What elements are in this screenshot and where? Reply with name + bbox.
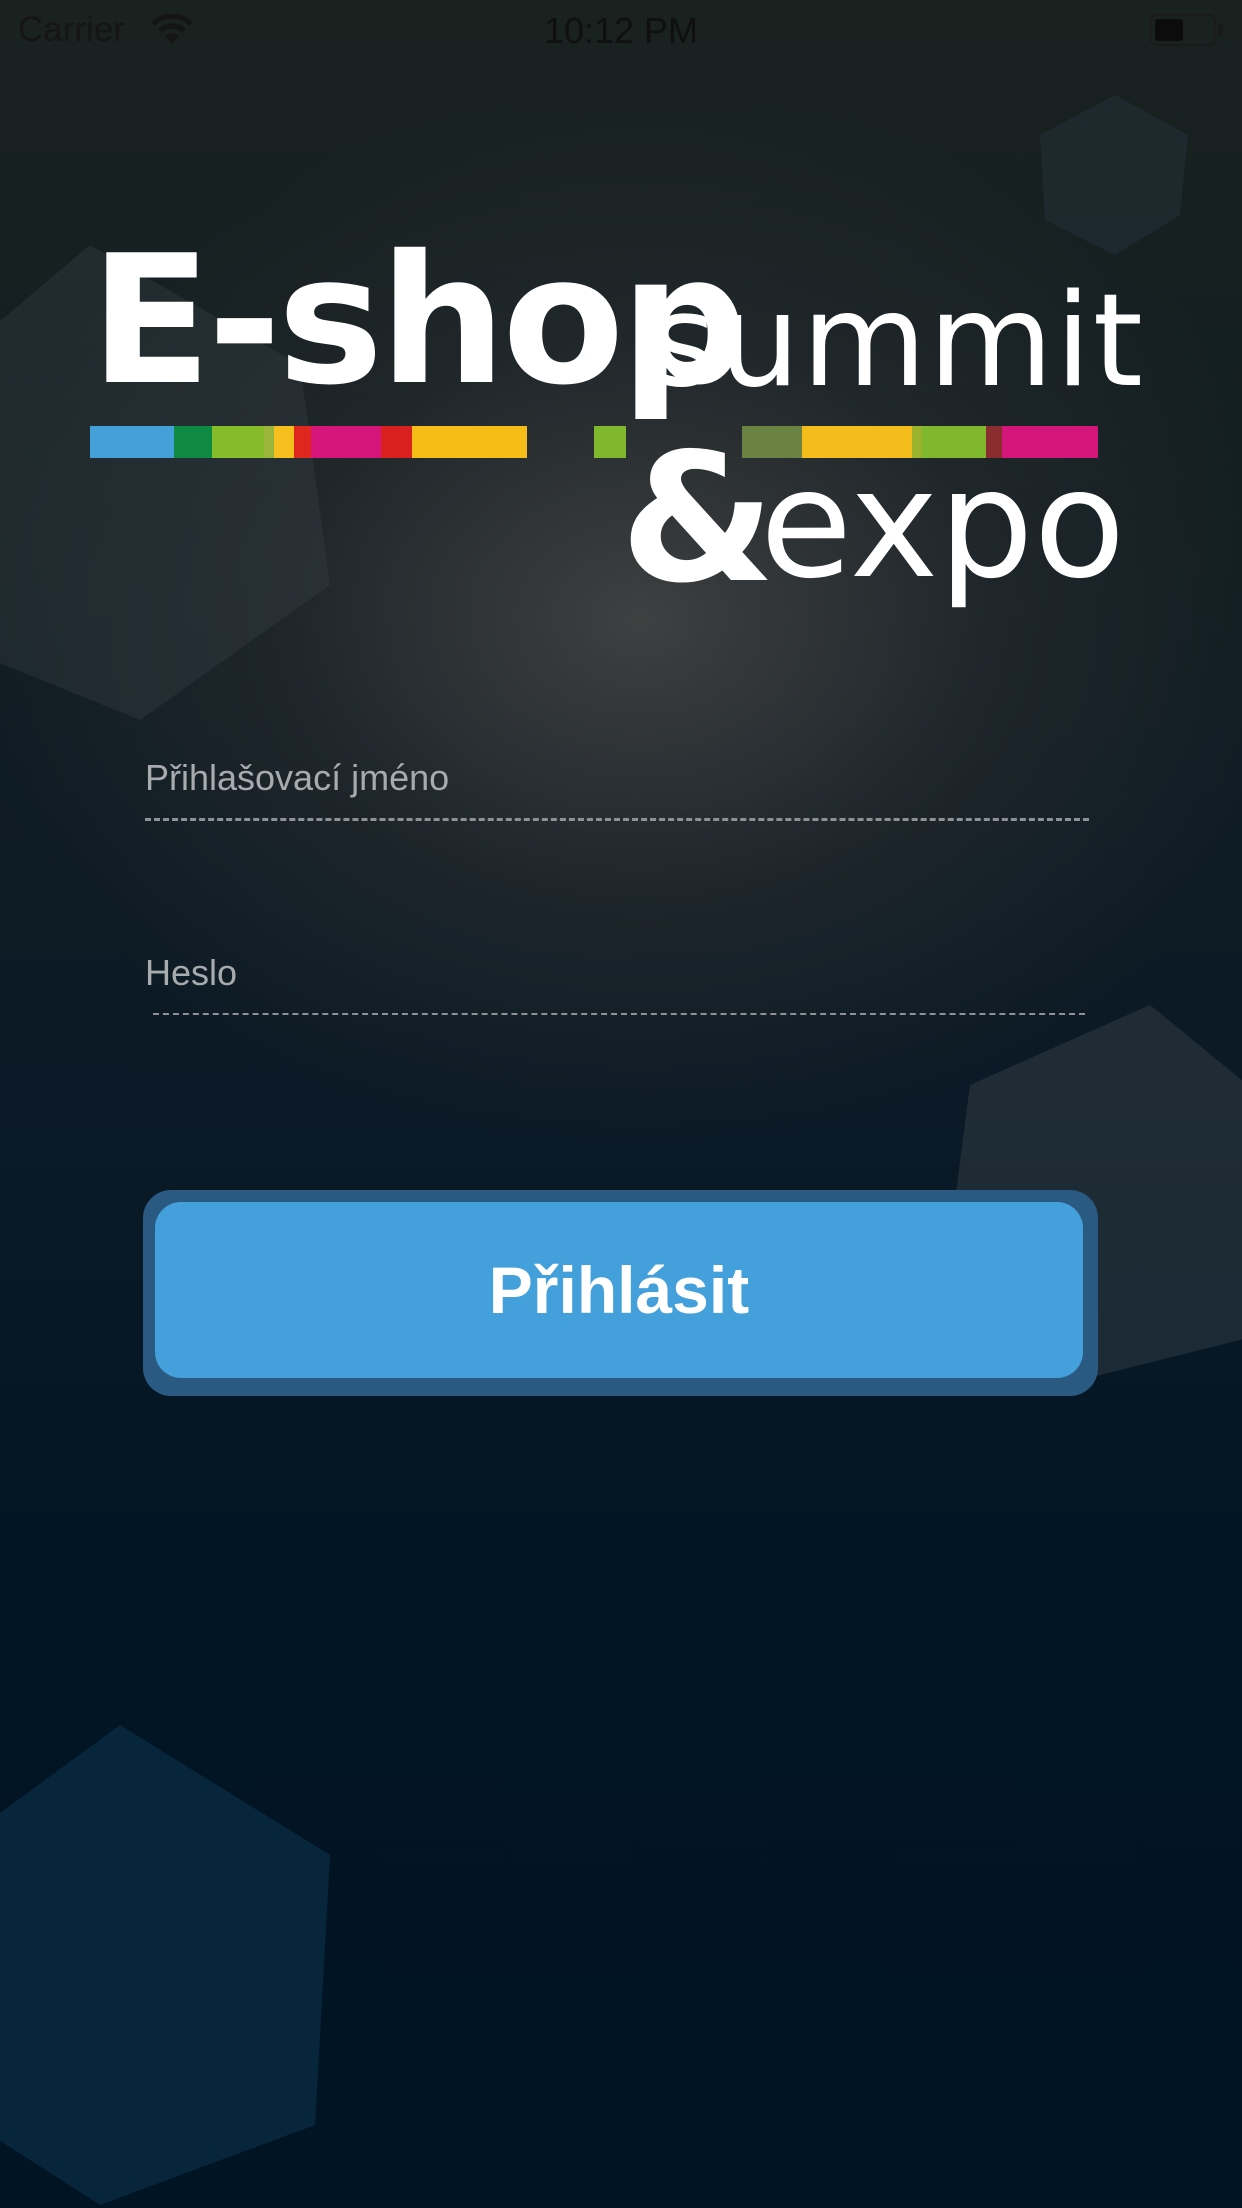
status-bar: Carrier 10:12 PM <box>0 0 1242 60</box>
login-button[interactable]: Přihlásit <box>155 1202 1083 1378</box>
hexagon-decoration-top-right <box>1040 95 1188 255</box>
login-screen: Carrier 10:12 PM E-shop summit & expo Př… <box>0 0 1242 2208</box>
login-button-wrapper: Přihlásit <box>143 1190 1098 1396</box>
battery-tip <box>1218 24 1223 36</box>
logo-eshop-text: E-shop <box>90 217 748 424</box>
password-input[interactable] <box>145 947 1085 999</box>
username-underline <box>145 818 1089 821</box>
eshop-summit-expo-logo: E-shop summit & expo <box>90 232 1143 622</box>
logo-color-stripe-left <box>90 426 527 458</box>
logo-ampersand: & <box>620 415 776 622</box>
hexagon-decoration-bottom-left <box>0 1725 330 2205</box>
battery-icon <box>1150 14 1216 46</box>
clock: 10:12 PM <box>543 10 699 51</box>
logo-summit-text: summit <box>650 267 1145 416</box>
username-field-container <box>145 752 1089 821</box>
password-underline <box>153 1013 1085 1015</box>
logo-expo-text: expo <box>760 438 1126 612</box>
password-field-container <box>145 947 1085 1015</box>
username-input[interactable] <box>145 752 1089 804</box>
